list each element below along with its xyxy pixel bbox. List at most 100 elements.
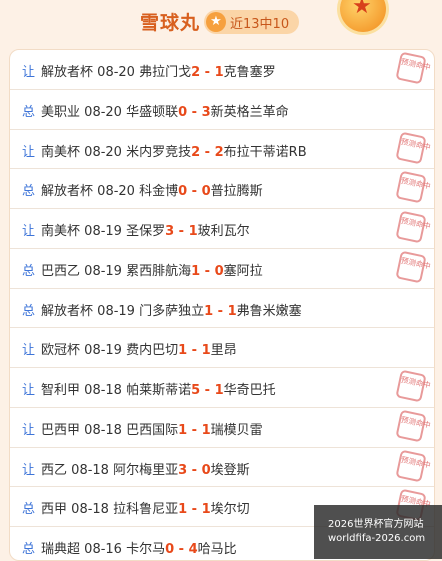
- away-team: 弗鲁米嫩塞: [236, 303, 302, 319]
- prediction-row[interactable]: 总解放者杯 08-19 门多萨独立1 - 1弗鲁米嫩塞: [10, 289, 434, 329]
- watermark-line-2: worldfifa-2026.com: [328, 533, 426, 544]
- score-separator: -: [200, 65, 215, 80]
- bet-type: 让: [22, 144, 36, 160]
- prediction-row[interactable]: 让解放者杯 08-20 弗拉门戈2 - 1克鲁塞罗 预测命中: [10, 50, 434, 90]
- home-score: 1: [191, 263, 201, 279]
- league-name: 巴西甲: [41, 422, 81, 438]
- away-score: 1: [214, 383, 224, 398]
- home-score: 1: [178, 502, 188, 518]
- home-team: 华盛顿联: [126, 104, 179, 120]
- bet-type: 让: [22, 383, 36, 398]
- prediction-row[interactable]: 总解放者杯 08-20 科金博0 - 0普拉腾斯 预测命中: [10, 169, 434, 209]
- match-line: 总解放者杯 08-19 门多萨独立1 - 1弗鲁米嫩塞: [22, 300, 302, 319]
- prediction-hit-stamp: 预测命中: [395, 369, 431, 403]
- match-line: 让解放者杯 08-20 弗拉门戈2 - 1克鲁塞罗: [22, 61, 276, 80]
- match-line: 总解放者杯 08-20 科金博0 - 0普拉腾斯: [22, 180, 263, 199]
- match-line: 总美职业 08-20 华盛顿联0 - 3新英格兰革命: [22, 101, 289, 120]
- score-separator: -: [187, 422, 202, 438]
- watermark-line-1: 2026世界杯官方网站: [328, 519, 424, 530]
- score-separator: -: [187, 343, 202, 359]
- home-score: 5: [191, 383, 201, 398]
- home-score: 1: [178, 422, 188, 438]
- away-score: 0: [214, 263, 224, 279]
- league-name: 智利甲: [41, 383, 81, 398]
- bet-type: 总: [22, 502, 36, 518]
- match-date: 08-18: [71, 502, 109, 518]
- league-name: 解放者杯: [41, 184, 94, 200]
- match-date: 08-20: [97, 184, 135, 200]
- score-separator: -: [174, 224, 189, 239]
- prediction-row[interactable]: 让巴西甲 08-18 巴西国际1 - 1瑞模贝雷 预测命中: [10, 408, 434, 448]
- league-name: 欧冠杯: [41, 343, 81, 359]
- match-date: 08-19: [84, 343, 122, 359]
- prediction-row[interactable]: 让欧冠杯 08-19 费内巴切1 - 1里昂: [10, 328, 434, 368]
- home-team: 米内罗竞技: [126, 144, 192, 160]
- away-team: 塞阿拉: [223, 263, 263, 279]
- score-separator: -: [200, 383, 215, 398]
- match-line: 让西乙 08-18 阿尔梅里亚3 - 0埃登斯: [22, 459, 250, 478]
- site-watermark: 2026世界杯官方网站 worldfifa-2026.com: [314, 505, 442, 559]
- prediction-hit-stamp: 预测命中: [395, 409, 431, 443]
- away-score: 2: [214, 144, 224, 160]
- expert-name: 雪球丸: [140, 12, 201, 34]
- score-separator: -: [174, 542, 189, 557]
- prediction-hit-stamp: 预测命中: [395, 449, 431, 482]
- bet-type: 总: [22, 104, 36, 120]
- prediction-row[interactable]: 让南美杯 08-19 圣保罗3 - 1玻利瓦尔 预测命中: [10, 209, 434, 249]
- home-score: 2: [191, 65, 201, 80]
- away-team: 瑞模贝雷: [210, 422, 263, 438]
- record-badge: ★ 近13中10: [204, 10, 299, 34]
- record-text: 近13中10: [230, 17, 290, 32]
- league-name: 解放者杯: [41, 65, 94, 80]
- league-name: 西乙: [41, 462, 68, 478]
- away-team: 哈马比: [197, 542, 237, 557]
- match-date: 08-20: [97, 65, 135, 80]
- match-line: 让巴西甲 08-18 巴西国际1 - 1瑞模贝雷: [22, 419, 263, 438]
- prediction-hit-stamp: 预测命中: [395, 51, 431, 85]
- prediction-hit-stamp: 预测命中: [395, 131, 431, 164]
- home-score: 1: [178, 343, 188, 359]
- bet-type: 总: [22, 263, 36, 279]
- prediction-row[interactable]: 总巴西乙 08-19 累西腓航海1 - 0塞阿拉 预测命中: [10, 249, 434, 289]
- away-score: 4: [188, 542, 198, 557]
- league-name: 解放者杯: [41, 303, 94, 319]
- away-score: 1: [214, 65, 224, 80]
- match-date: 08-18: [84, 383, 122, 398]
- star-medal-icon: ★: [340, 0, 386, 32]
- match-date: 08-19: [97, 303, 135, 319]
- away-score: 1: [188, 224, 198, 239]
- match-line: 让南美杯 08-19 圣保罗3 - 1玻利瓦尔: [22, 220, 250, 239]
- home-score: 3: [178, 462, 188, 478]
- score-separator: -: [187, 184, 202, 200]
- prediction-row[interactable]: 让西乙 08-18 阿尔梅里亚3 - 0埃登斯 预测命中: [10, 448, 434, 488]
- home-team: 拉科鲁尼亚: [113, 502, 179, 518]
- bet-type: 让: [22, 422, 36, 438]
- prediction-hit-stamp: 预测命中: [395, 250, 431, 284]
- score-separator: -: [200, 144, 215, 160]
- prediction-list: 让解放者杯 08-20 弗拉门戈2 - 1克鲁塞罗 预测命中总美职业 08-20 …: [9, 49, 435, 561]
- bet-type: 总: [22, 184, 36, 200]
- league-name: 瑞典超: [41, 542, 81, 557]
- prediction-row[interactable]: 让智利甲 08-18 帕莱斯蒂诺5 - 1华奇巴托 预测命中: [10, 368, 434, 408]
- home-team: 巴西国际: [126, 422, 179, 438]
- league-name: 南美杯: [41, 224, 81, 239]
- header: 雪球丸 ★ 近13中10 ★: [0, 0, 442, 44]
- prediction-row[interactable]: 让南美杯 08-20 米内罗竞技2 - 2布拉干蒂诺RB 预测命中: [10, 130, 434, 170]
- away-score: 1: [201, 502, 211, 518]
- away-team: 克鲁塞罗: [223, 65, 276, 80]
- match-line: 总巴西乙 08-19 累西腓航海1 - 0塞阿拉: [22, 260, 263, 279]
- away-score: 0: [201, 184, 211, 200]
- prediction-row[interactable]: 总美职业 08-20 华盛顿联0 - 3新英格兰革命: [10, 90, 434, 130]
- away-score: 1: [227, 303, 237, 319]
- away-score: 3: [201, 104, 211, 120]
- home-score: 0: [165, 542, 175, 557]
- away-team: 玻利瓦尔: [197, 224, 250, 239]
- home-team: 费内巴切: [126, 343, 179, 359]
- away-team: 埃尔切: [210, 502, 250, 518]
- home-team: 累西腓航海: [126, 263, 192, 279]
- match-date: 08-20: [84, 104, 122, 120]
- away-team: 里昂: [210, 343, 237, 359]
- away-team: 华奇巴托: [223, 383, 276, 398]
- league-name: 南美杯: [41, 144, 81, 160]
- home-team: 阿尔梅里亚: [113, 462, 179, 478]
